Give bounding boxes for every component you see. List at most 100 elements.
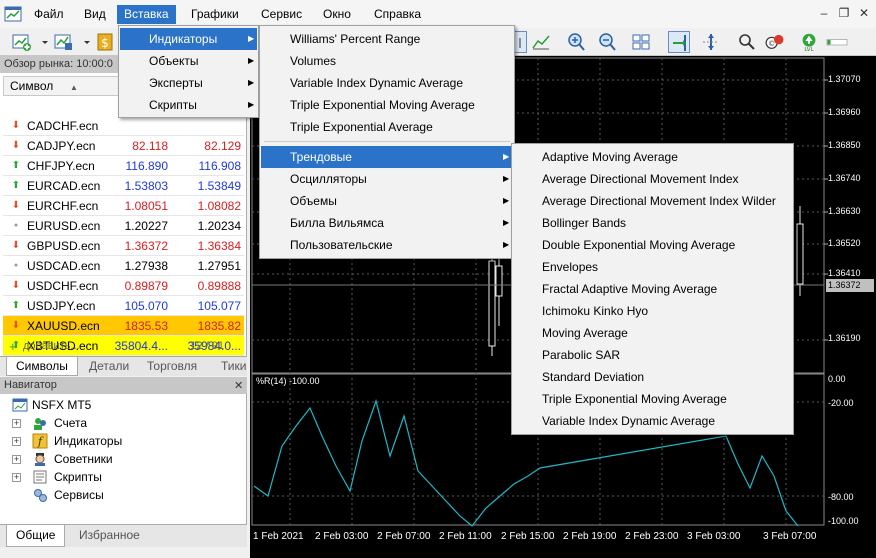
symbol-row[interactable]: ● EURUSD.ecn 1.20227 1.20234 [3,216,244,236]
symbol-row[interactable]: ⬇ CADCHF.ecn [3,116,244,136]
time-tick-label: 1 Feb 2021 [253,531,304,542]
menu-item-recent-indicator[interactable]: Triple Exponential Moving Average [261,94,513,116]
svg-text:LVL: LVL [804,47,814,53]
time-tick-label: 2 Feb 03:00 [315,531,369,542]
minimize-icon[interactable]: – [818,7,830,19]
menu-item-trend-indicator[interactable]: Ichimoku Kinko Hyo [513,300,792,322]
menu-item-recent-indicator[interactable]: Williams' Percent Range [261,28,513,50]
chart-shift-icon[interactable] [700,31,722,53]
menu-item-indicators[interactable]: Индикаторы ▶ [120,28,257,50]
dollar-icon[interactable]: $ [94,31,116,53]
menu-item-trend-indicator[interactable]: Double Exponential Moving Average [513,234,792,256]
bid-price: 1.08051 [124,199,168,213]
chevron-down-icon[interactable] [76,31,90,53]
menu-file[interactable]: Файл [27,5,71,24]
profiles-icon[interactable] [52,31,74,53]
price-tick-label: 1.36850 [828,140,861,150]
algo-trading-level-icon[interactable]: LVL [798,31,822,53]
line-chart-icon[interactable] [530,31,552,53]
expand-icon[interactable]: + [12,419,21,428]
indicators-icon: f [32,433,48,449]
tab-favorites[interactable]: Избранное [70,525,149,547]
terminal-icon [12,398,28,412]
services-icon [34,489,47,502]
menu-item-trend-indicator[interactable]: Triple Exponential Moving Average [513,388,792,410]
close-icon[interactable]: ✕ [858,7,870,19]
symbol-row[interactable]: ⬇ USDCHF.ecn 0.89879 0.89888 [3,276,244,296]
zoom-in-icon[interactable] [565,31,587,53]
market-watch-footer: + добавить... 12 / 91 [3,339,244,356]
column-symbol[interactable]: Символ [10,79,53,93]
close-icon[interactable]: ✕ [234,379,243,392]
expand-icon[interactable]: + [12,455,21,464]
menu-charts[interactable]: Графики [184,5,246,24]
menu-item-trend-indicator[interactable]: Standard Deviation [513,366,792,388]
menu-item-trend-indicator[interactable]: Envelopes [513,256,792,278]
tab-symbols[interactable]: Символы [6,357,78,376]
tile-windows-icon[interactable] [630,31,652,53]
price-tick-label: 1.37070 [828,74,861,84]
symbol-row[interactable]: ⬇ CADJPY.ecn 82.118 82.129 [3,136,244,156]
symbol-row[interactable]: ⬆ USDJPY.ecn 105.070 105.077 [3,296,244,316]
tab-general[interactable]: Общие [6,525,66,547]
menu-item-experts[interactable]: Эксперты ▶ [120,72,257,94]
symbol-row[interactable]: ⬆ EURCAD.ecn 1.53803 1.53849 [3,176,244,196]
menu-window[interactable]: Окно [316,5,358,24]
menu-item-trend-indicator[interactable]: Parabolic SAR [513,344,792,366]
tab-trading[interactable]: Торговля [138,357,206,376]
menu-item-trend-indicator[interactable]: Bollinger Bands [513,212,792,234]
notifications-icon[interactable]: © [763,31,791,53]
time-tick-label: 2 Feb 15:00 [501,531,555,542]
submenu-arrow-icon: ▶ [503,152,510,161]
expand-icon[interactable]: + [12,437,21,446]
candle [488,260,496,347]
submenu-arrow-icon: ▶ [248,56,255,65]
menu-item-recent-indicator[interactable]: Volumes [261,50,513,72]
menu-item-trend-indicator[interactable]: Average Directional Movement Index Wilde… [513,190,792,212]
menu-item-recent-indicator[interactable]: Variable Index Dynamic Average [261,72,513,94]
menu-item-trend-indicator[interactable]: Variable Index Dynamic Average [513,410,792,432]
menu-item-trend-indicator[interactable]: Fractal Adaptive Moving Average [513,278,792,300]
symbol-name: USDJPY.ecn [27,299,96,313]
sort-arrow-icon: ▲ [70,83,78,92]
add-icon[interactable]: + [9,339,17,354]
menu-item-trend-indicator[interactable]: Moving Average [513,322,792,344]
menu-item-trend[interactable]: Трендовые ▶ [261,146,513,168]
add-symbol-link[interactable]: добавить... [23,340,80,352]
chevron-down-icon[interactable] [34,31,48,53]
menu-insert[interactable]: Вставка [117,5,176,24]
menu-item-custom[interactable]: Пользовательские ▶ [261,234,513,256]
menu-item-scripts[interactable]: Скрипты ▶ [120,94,257,116]
menu-item-objects[interactable]: Объекты ▶ [120,50,257,72]
menu-help[interactable]: Справка [367,5,428,24]
new-chart-icon[interactable] [10,31,32,53]
bid-price: 1.27938 [124,259,168,273]
auto-scroll-icon[interactable] [668,31,690,53]
menu-item-trend-indicator[interactable]: Average Directional Movement Index [513,168,792,190]
price-tick-label: 1.36630 [828,206,861,216]
nav-item-label: Сервисы [54,488,104,502]
menu-item-recent-indicator[interactable]: Triple Exponential Average [261,116,513,138]
menu-item-volumes[interactable]: Объемы ▶ [261,190,513,212]
menu-item-oscillators[interactable]: Осцилляторы ▶ [261,168,513,190]
expand-icon[interactable]: + [12,473,21,482]
symbol-row[interactable]: ⬇ GBPUSD.ecn 1.36372 1.36384 [3,236,244,256]
menu-item-trend-indicator[interactable]: Adaptive Moving Average [513,146,792,168]
symbol-row[interactable]: ⬇ EURCHF.ecn 1.08051 1.08082 [3,196,244,216]
restore-icon[interactable]: ❐ [838,7,850,19]
symbol-row[interactable]: ⬆ CHFJPY.ecn 116.890 116.908 [3,156,244,176]
connection-status-icon[interactable] [826,31,870,53]
menu-tools[interactable]: Сервис [254,5,309,24]
arrow-up-icon: ⬆ [11,180,21,191]
symbol-row[interactable]: ⬇ XAUUSD.ecn 1835.53 1835.82 [3,316,244,336]
neutral-dot-icon: ● [13,222,19,229]
tab-details[interactable]: Детали [80,357,138,376]
candle [495,265,503,297]
zoom-out-icon[interactable] [596,31,618,53]
menu-view[interactable]: Вид [77,5,113,24]
nav-root-label: NSFX MT5 [32,398,92,412]
symbol-row[interactable]: ● USDCAD.ecn 1.27938 1.27951 [3,256,244,276]
tab-ticks[interactable]: Тики [212,357,255,376]
menu-item-bill-williams[interactable]: Билла Вильямса ▶ [261,212,513,234]
search-icon[interactable] [736,31,758,53]
